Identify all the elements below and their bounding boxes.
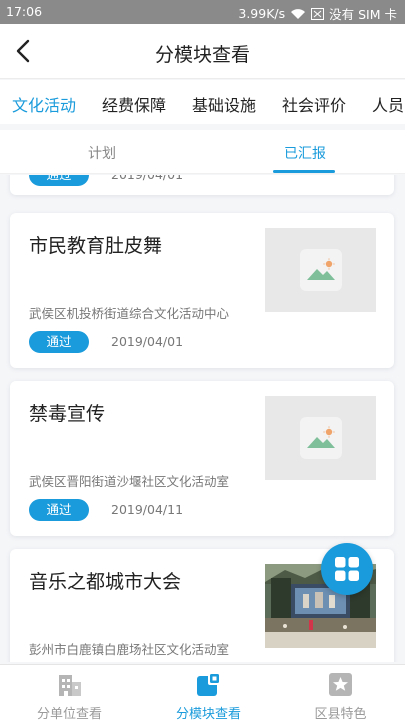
card-organization: 武侯区晋阳街道沙堰社区文化活动室 [29,474,230,489]
nav-district-features[interactable]: 区县特色 [273,665,405,720]
tab-reported[interactable]: 已汇报 [284,143,326,163]
carrier-text: 没有 SIM 卡 [329,7,397,22]
status-badge: 通过 [29,175,89,186]
wifi-icon [290,8,306,20]
tab-personnel[interactable]: 人员 [372,92,404,116]
building-icon [59,675,81,696]
card-organization: 彭州市白鹿镇白鹿场社区文化活动室 [29,642,230,657]
status-indicators: 3.99K/s 没有 SIM 卡 [238,4,397,23]
sim-icon [311,7,325,20]
card-title: 市民教育肚皮舞 [29,235,163,257]
image-icon [299,249,342,291]
grid-icon [335,557,359,581]
list-item[interactable]: 禁毒宣传 武侯区晋阳街道沙堰社区文化活动室 通过 2019/04/11 [10,381,394,536]
bottom-navigation: 分单位查看 分模块查看 区县特色 [0,664,405,720]
report-date: 2019/04/11 [111,502,184,517]
module-menu-button[interactable] [321,543,373,595]
network-speed: 3.99K/s [238,6,286,21]
status-badge: 通过 [29,331,89,353]
active-tab-indicator [273,170,335,173]
status-time: 17:06 [6,4,43,19]
nav-by-unit[interactable]: 分单位查看 [2,665,137,720]
tab-plan[interactable]: 计划 [88,143,116,163]
page-title: 分模块查看 [154,44,250,66]
list-item[interactable]: 通过 2019/04/01 [10,175,394,195]
card-title: 音乐之都城市大会 [29,571,182,593]
nav-by-module-label: 分模块查看 [175,707,241,720]
nav-by-unit-label: 分单位查看 [36,707,102,720]
report-date: 2019/04/01 [111,334,184,349]
tab-culture-activity[interactable]: 文化活动 [12,92,76,116]
card-title: 禁毒宣传 [29,403,106,425]
tab-infrastructure[interactable]: 基础设施 [192,92,256,116]
module-tabs: 文化活动 经费保障 基础设施 社会评价 人员 [0,80,405,124]
header: 分模块查看 [0,24,405,79]
status-badge: 通过 [29,499,89,521]
list-item[interactable]: 市民教育肚皮舞 武侯区机投桥街道综合文化活动中心 通过 2019/04/01 [10,213,394,368]
status-bar: 17:06 3.99K/s 没有 SIM 卡 [0,0,405,24]
card-organization: 武侯区机投桥街道综合文化活动中心 [29,306,230,321]
star-icon [329,673,352,696]
tab-funding[interactable]: 经费保障 [102,92,166,116]
tab-social-evaluation[interactable]: 社会评价 [282,92,346,116]
nav-by-module[interactable]: 分模块查看 [141,665,276,720]
image-placeholder [265,396,376,480]
module-icon [197,672,221,696]
image-placeholder [265,228,376,312]
report-date: 2019/04/01 [111,175,183,186]
nav-district-features-label: 区县特色 [314,707,367,720]
image-icon [299,417,342,459]
sub-tabs: 计划 已汇报 [0,130,405,174]
